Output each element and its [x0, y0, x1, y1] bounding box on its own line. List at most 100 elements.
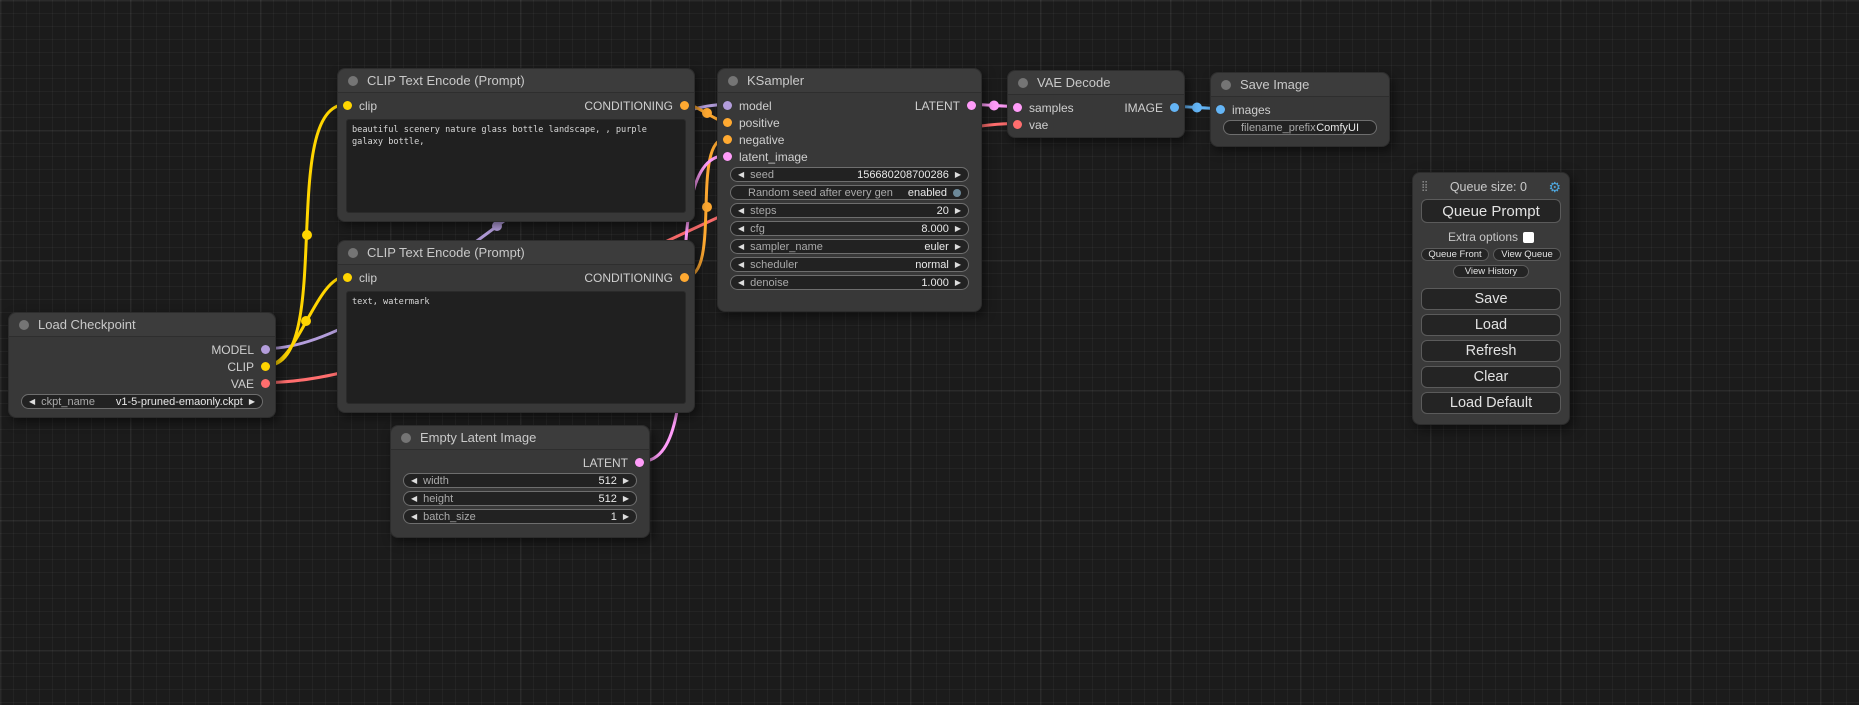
- collapse-dot-icon[interactable]: [348, 76, 358, 86]
- output-label-conditioning: CONDITIONING: [584, 271, 673, 285]
- widget-width[interactable]: ◀ width 512 ▶: [403, 473, 637, 488]
- node-title: KSampler: [747, 73, 804, 88]
- output-socket-vae[interactable]: [261, 379, 270, 388]
- widget-filename-prefix[interactable]: filename_prefix ComfyUI: [1223, 120, 1377, 135]
- input-socket-negative[interactable]: [723, 135, 732, 144]
- node-load-checkpoint[interactable]: Load Checkpoint MODEL CLIP VAE ◀ ckpt_na…: [8, 312, 276, 418]
- input-socket-latent-image[interactable]: [723, 152, 732, 161]
- collapse-dot-icon[interactable]: [19, 320, 29, 330]
- queue-front-button[interactable]: Queue Front: [1421, 248, 1489, 261]
- widget-label: scheduler: [750, 259, 798, 271]
- view-history-button[interactable]: View History: [1453, 265, 1529, 278]
- node-titlebar[interactable]: VAE Decode: [1008, 71, 1184, 95]
- node-titlebar[interactable]: CLIP Text Encode (Prompt): [338, 69, 694, 93]
- toggle-dot-icon[interactable]: [953, 189, 961, 197]
- collapse-dot-icon[interactable]: [1221, 80, 1231, 90]
- widget-batch-size[interactable]: ◀ batch_size 1 ▶: [403, 509, 637, 524]
- decrement-icon[interactable]: ◀: [29, 398, 35, 406]
- node-titlebar[interactable]: Empty Latent Image: [391, 426, 649, 450]
- increment-icon[interactable]: ▶: [623, 513, 629, 521]
- decrement-icon[interactable]: ◀: [411, 495, 417, 503]
- widget-denoise[interactable]: ◀ denoise 1.000 ▶: [730, 275, 969, 290]
- output-socket-image[interactable]: [1170, 103, 1179, 112]
- increment-icon[interactable]: ▶: [623, 495, 629, 503]
- widget-cfg[interactable]: ◀ cfg 8.000 ▶: [730, 221, 969, 236]
- queue-menu-panel: ⣿ Queue size: 0 ⚙ Queue Prompt Extra opt…: [1412, 172, 1570, 425]
- settings-gear-icon[interactable]: ⚙: [1548, 180, 1561, 194]
- widget-random-seed[interactable]: Random seed after every gen enabled: [730, 185, 969, 200]
- widget-label: batch_size: [423, 511, 476, 523]
- save-button[interactable]: Save: [1421, 288, 1561, 310]
- collapse-dot-icon[interactable]: [348, 248, 358, 258]
- node-title: Empty Latent Image: [420, 430, 536, 445]
- output-socket-latent[interactable]: [967, 101, 976, 110]
- widget-seed[interactable]: ◀ seed 156680208700286 ▶: [730, 167, 969, 182]
- widget-scheduler[interactable]: ◀ scheduler normal ▶: [730, 257, 969, 272]
- increment-icon[interactable]: ▶: [955, 243, 961, 251]
- input-label-clip: clip: [359, 99, 377, 113]
- node-vae-decode[interactable]: VAE Decode IMAGE samples vae: [1007, 70, 1185, 138]
- output-socket-conditioning[interactable]: [680, 273, 689, 282]
- node-titlebar[interactable]: CLIP Text Encode (Prompt): [338, 241, 694, 265]
- load-default-button[interactable]: Load Default: [1421, 392, 1561, 414]
- decrement-icon[interactable]: ◀: [411, 513, 417, 521]
- load-button[interactable]: Load: [1421, 314, 1561, 336]
- node-clip-text-encode-positive[interactable]: CLIP Text Encode (Prompt) clip CONDITION…: [337, 68, 695, 222]
- increment-icon[interactable]: ▶: [955, 225, 961, 233]
- collapse-dot-icon[interactable]: [1018, 78, 1028, 88]
- view-queue-button[interactable]: View Queue: [1493, 248, 1561, 261]
- widget-sampler-name[interactable]: ◀ sampler_name euler ▶: [730, 239, 969, 254]
- decrement-icon[interactable]: ◀: [738, 279, 744, 287]
- extra-options-checkbox[interactable]: [1523, 232, 1534, 243]
- node-ksampler[interactable]: KSampler LATENT model positive negative …: [717, 68, 982, 312]
- increment-icon[interactable]: ▶: [955, 261, 961, 269]
- prompt-textarea[interactable]: text, watermark: [346, 291, 686, 404]
- extra-options-label: Extra options: [1448, 230, 1518, 244]
- decrement-icon[interactable]: ◀: [738, 261, 744, 269]
- output-socket-latent[interactable]: [635, 458, 644, 467]
- output-socket-conditioning[interactable]: [680, 101, 689, 110]
- decrement-icon[interactable]: ◀: [411, 477, 417, 485]
- increment-icon[interactable]: ▶: [249, 398, 255, 406]
- collapse-dot-icon[interactable]: [401, 433, 411, 443]
- increment-icon[interactable]: ▶: [623, 477, 629, 485]
- widget-steps[interactable]: ◀ steps 20 ▶: [730, 203, 969, 218]
- decrement-icon[interactable]: ◀: [738, 171, 744, 179]
- link-center-dot: [302, 230, 312, 240]
- input-socket-images[interactable]: [1216, 105, 1225, 114]
- input-socket-model[interactable]: [723, 101, 732, 110]
- increment-icon[interactable]: ▶: [955, 171, 961, 179]
- input-socket-positive[interactable]: [723, 118, 732, 127]
- node-empty-latent-image[interactable]: Empty Latent Image LATENT ◀ width 512 ▶ …: [390, 425, 650, 538]
- clear-button[interactable]: Clear: [1421, 366, 1561, 388]
- widget-ckpt-name[interactable]: ◀ ckpt_name v1-5-pruned-emaonly.ckpt ▶: [21, 394, 263, 409]
- node-save-image[interactable]: Save Image images filename_prefix ComfyU…: [1210, 72, 1390, 147]
- input-socket-vae[interactable]: [1013, 120, 1022, 129]
- widget-value: 1: [611, 511, 617, 523]
- node-title: CLIP Text Encode (Prompt): [367, 245, 525, 260]
- output-socket-model[interactable]: [261, 345, 270, 354]
- output-socket-clip[interactable]: [261, 362, 270, 371]
- node-titlebar[interactable]: KSampler: [718, 69, 981, 93]
- decrement-icon[interactable]: ◀: [738, 243, 744, 251]
- input-socket-clip[interactable]: [343, 273, 352, 282]
- input-socket-samples[interactable]: [1013, 103, 1022, 112]
- link-center-dot: [1192, 103, 1202, 113]
- node-titlebar[interactable]: Load Checkpoint: [9, 313, 275, 337]
- output-label-vae: VAE: [231, 377, 254, 391]
- widget-label: height: [423, 493, 453, 505]
- widget-label: denoise: [750, 277, 789, 289]
- queue-prompt-button[interactable]: Queue Prompt: [1421, 199, 1561, 223]
- refresh-button[interactable]: Refresh: [1421, 340, 1561, 362]
- node-clip-text-encode-negative[interactable]: CLIP Text Encode (Prompt) clip CONDITION…: [337, 240, 695, 413]
- prompt-textarea[interactable]: beautiful scenery nature glass bottle la…: [346, 119, 686, 213]
- node-titlebar[interactable]: Save Image: [1211, 73, 1389, 97]
- decrement-icon[interactable]: ◀: [738, 207, 744, 215]
- drag-handle-icon[interactable]: ⣿: [1421, 182, 1428, 192]
- decrement-icon[interactable]: ◀: [738, 225, 744, 233]
- increment-icon[interactable]: ▶: [955, 279, 961, 287]
- collapse-dot-icon[interactable]: [728, 76, 738, 86]
- widget-height[interactable]: ◀ height 512 ▶: [403, 491, 637, 506]
- increment-icon[interactable]: ▶: [955, 207, 961, 215]
- input-socket-clip[interactable]: [343, 101, 352, 110]
